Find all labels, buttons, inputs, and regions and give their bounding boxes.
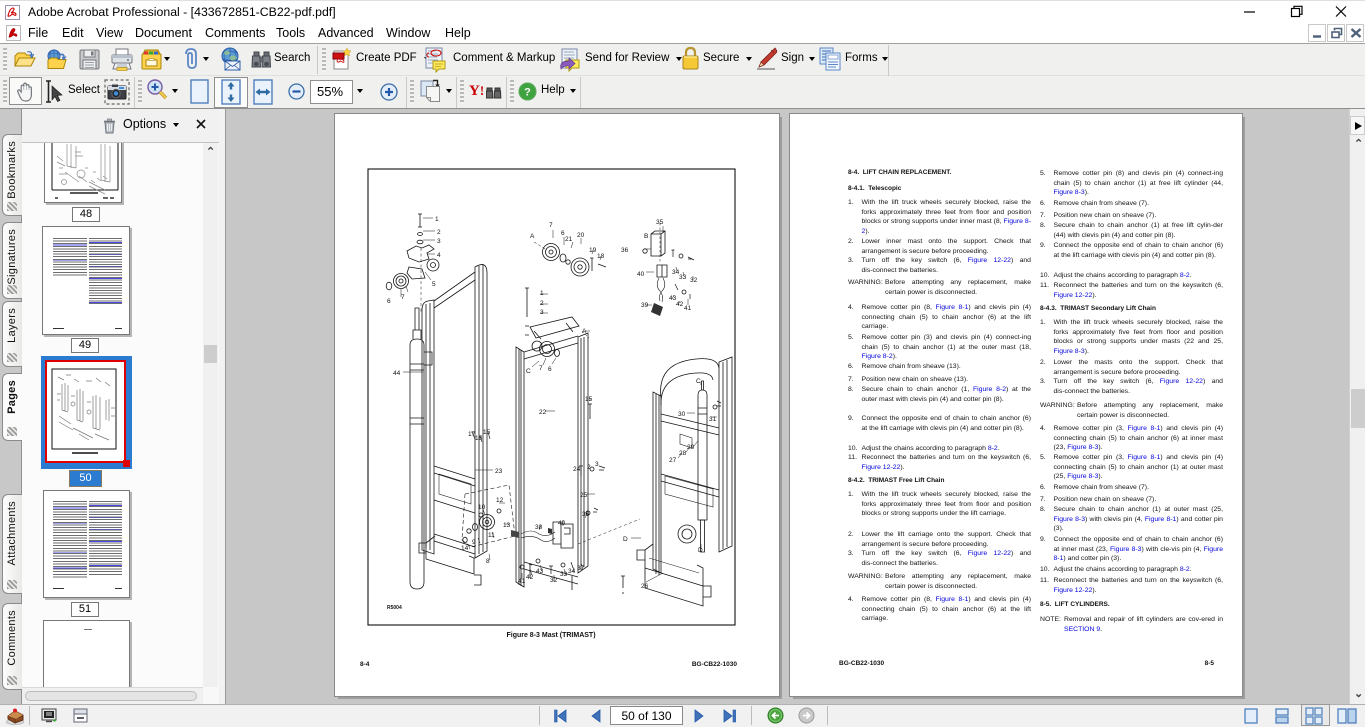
- svg-text:5: 5: [432, 281, 436, 288]
- svg-text:A: A: [582, 328, 587, 335]
- svg-text:33: 33: [560, 571, 568, 578]
- svg-text:44: 44: [393, 370, 401, 377]
- svg-text:11: 11: [488, 532, 495, 539]
- svg-text:A: A: [530, 233, 535, 240]
- svg-text:19: 19: [589, 247, 597, 254]
- svg-text:16: 16: [475, 435, 483, 442]
- svg-text:D: D: [623, 536, 628, 543]
- svg-text:6: 6: [387, 298, 391, 305]
- svg-text:23: 23: [495, 468, 503, 475]
- svg-text:9: 9: [472, 539, 476, 546]
- svg-text:24: 24: [573, 466, 581, 473]
- svg-text:22: 22: [539, 409, 547, 416]
- svg-text:21: 21: [565, 236, 573, 243]
- svg-text:20: 20: [577, 232, 585, 239]
- svg-text:2: 2: [540, 300, 544, 307]
- svg-text:36: 36: [621, 247, 629, 254]
- svg-text:43: 43: [536, 568, 544, 575]
- svg-text:28: 28: [679, 450, 687, 457]
- svg-text:BG-CB22-1030: BG-CB22-1030: [692, 661, 738, 668]
- svg-text:32: 32: [550, 577, 558, 584]
- svg-text:35: 35: [656, 219, 664, 226]
- svg-text:3: 3: [437, 238, 441, 245]
- svg-text:8-4: 8-4: [360, 661, 370, 668]
- svg-text:10: 10: [478, 504, 486, 511]
- svg-text:D: D: [698, 547, 703, 554]
- svg-text:B: B: [644, 233, 648, 240]
- svg-text:42: 42: [676, 301, 684, 308]
- svg-text:30: 30: [678, 411, 686, 418]
- svg-text:3: 3: [540, 309, 544, 316]
- svg-text:39: 39: [641, 302, 649, 309]
- svg-text:?: ?: [524, 87, 531, 99]
- svg-text:15: 15: [585, 396, 593, 403]
- svg-text:42: 42: [526, 574, 534, 581]
- svg-text:7: 7: [401, 294, 405, 301]
- svg-text:18: 18: [597, 253, 605, 260]
- svg-text:36: 36: [582, 511, 590, 518]
- svg-text:40: 40: [558, 520, 566, 527]
- svg-text:2: 2: [437, 229, 441, 236]
- svg-text:31: 31: [709, 416, 717, 423]
- svg-text:4: 4: [437, 252, 441, 259]
- svg-text:C: C: [696, 378, 701, 385]
- svg-text:27: 27: [669, 457, 677, 464]
- svg-text:1: 1: [435, 216, 439, 223]
- svg-text:Figure 8-3 Mast (TRIMAST): Figure 8-3 Mast (TRIMAST): [506, 632, 595, 639]
- svg-text:37: 37: [577, 565, 585, 572]
- svg-text:14: 14: [461, 545, 469, 552]
- svg-text:6: 6: [548, 366, 552, 373]
- svg-text:1: 1: [540, 290, 544, 297]
- svg-text:41: 41: [518, 578, 526, 585]
- svg-text:26: 26: [641, 583, 649, 590]
- svg-text:C: C: [526, 368, 531, 375]
- svg-text:33: 33: [679, 274, 687, 281]
- svg-text:13: 13: [503, 522, 511, 529]
- svg-text:41: 41: [684, 305, 692, 312]
- svg-text:2: 2: [587, 464, 591, 471]
- svg-text:29: 29: [687, 444, 695, 451]
- svg-text:40: 40: [637, 271, 645, 278]
- svg-text:3: 3: [595, 461, 599, 468]
- svg-text:7: 7: [539, 365, 543, 372]
- svg-text:38: 38: [535, 524, 543, 531]
- svg-text:R5004: R5004: [387, 605, 402, 611]
- svg-text:32: 32: [690, 277, 698, 284]
- svg-text:15: 15: [483, 429, 491, 436]
- svg-text:25: 25: [580, 492, 588, 499]
- svg-text:34: 34: [568, 568, 576, 575]
- svg-text:12: 12: [496, 497, 504, 504]
- svg-text:7: 7: [549, 222, 553, 229]
- svg-text:8: 8: [486, 558, 490, 565]
